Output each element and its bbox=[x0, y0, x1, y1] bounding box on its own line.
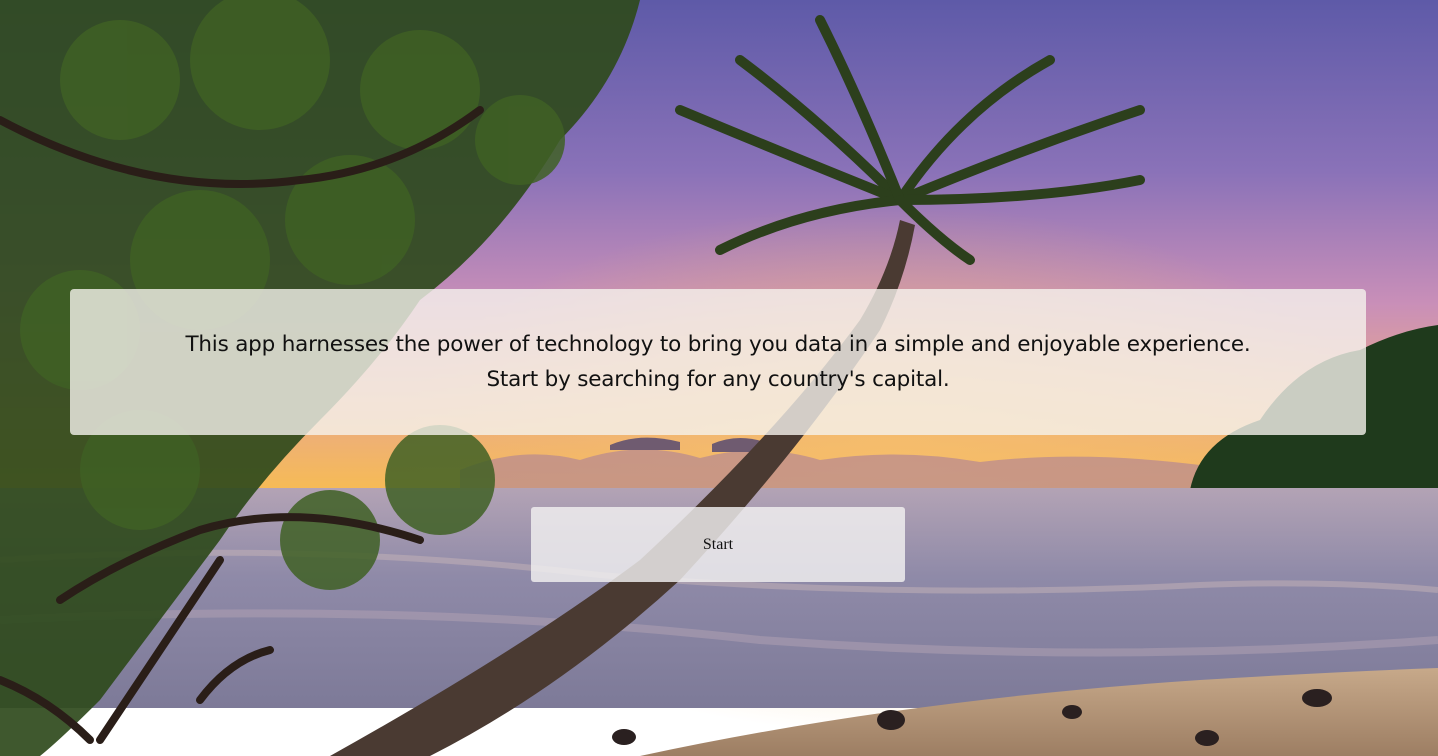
intro-text-line-2: Start by searching for any country's cap… bbox=[486, 367, 950, 392]
intro-panel: This app harnesses the power of technolo… bbox=[70, 289, 1366, 435]
intro-text-line-1: This app harnesses the power of technolo… bbox=[185, 332, 1251, 357]
start-button[interactable]: Start bbox=[531, 507, 905, 582]
